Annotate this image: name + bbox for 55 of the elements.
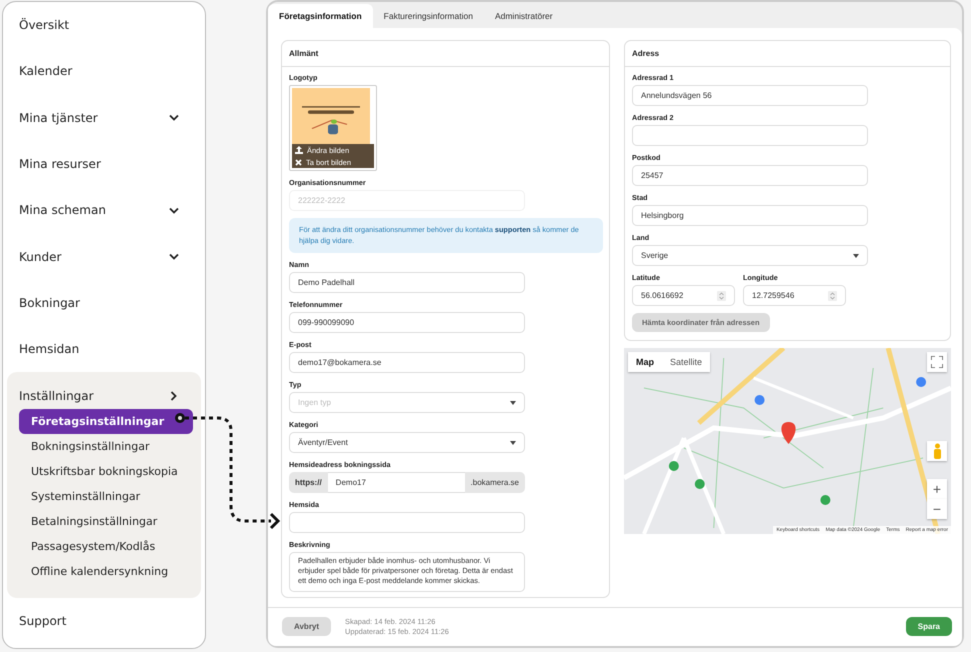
close-icon <box>295 158 302 166</box>
tab[interactable]: Faktureringsinformation <box>372 4 484 28</box>
text-field[interactable]: Helsingborg <box>632 205 868 226</box>
text-field[interactable]: Demo17 <box>328 472 465 494</box>
text-field[interactable]: Annelundsvägen 56 <box>632 85 868 106</box>
cancel-button[interactable]: Avbryt <box>282 617 332 636</box>
fullscreen-button[interactable] <box>927 352 947 372</box>
text-field[interactable]: 099-990099090 <box>289 312 525 334</box>
select-field[interactable]: Sverige <box>632 245 868 266</box>
url-suffix: .bokamera.se <box>464 472 525 494</box>
submenu-item[interactable]: Utskriftsbar bokningskopia <box>19 458 193 484</box>
caret-icon <box>853 254 859 258</box>
sidebar-item[interactable]: Mina tjänster <box>19 110 98 125</box>
text-field[interactable] <box>289 512 525 534</box>
tab[interactable]: Företagsinformation <box>268 4 373 28</box>
sidebar-item[interactable]: Support <box>19 614 66 628</box>
sidebar-item[interactable]: Mina scheman <box>19 203 106 218</box>
sidebar-item[interactable]: Kalender <box>19 64 72 78</box>
caret-icon <box>510 440 516 445</box>
card-title: Allmänt <box>282 41 609 67</box>
sidebar-item[interactable]: Översikt <box>19 18 70 32</box>
sidebar-item[interactable]: Mina resurser <box>19 157 101 172</box>
text-field[interactable] <box>632 125 868 146</box>
number-field[interactable]: 12.7259546 <box>743 285 846 306</box>
sidebar-item[interactable]: Hemsidan <box>19 342 80 356</box>
zoom-in-button[interactable]: + <box>927 479 947 499</box>
submenu-item[interactable]: Bokningsinställningar <box>19 434 193 459</box>
street-view-button[interactable] <box>927 441 947 461</box>
submenu-item[interactable]: Företagsinställningar <box>19 408 193 434</box>
zoom-out-button[interactable]: − <box>927 499 947 519</box>
url-prefix: https:// <box>289 472 328 494</box>
card-title: Adress <box>625 41 950 67</box>
spinner-icon <box>828 290 837 300</box>
tab[interactable]: Administratörer <box>484 4 564 28</box>
map-type-button[interactable]: Map <box>628 352 662 372</box>
caret-icon <box>510 400 516 405</box>
select-field[interactable]: Äventyr/Event <box>289 432 525 454</box>
submenu-item[interactable]: Offline kalendersynkning <box>19 558 193 584</box>
fullscreen-icon <box>931 356 943 368</box>
sidebar-item[interactable]: Bokningar <box>19 296 80 310</box>
sidebar-item[interactable]: Inställningar <box>19 388 94 403</box>
map-type-button[interactable]: Satellite <box>662 352 710 372</box>
text-field[interactable]: Demo Padelhall <box>289 272 525 294</box>
submenu-item[interactable]: Systeminställningar <box>19 484 193 509</box>
sidebar-item[interactable]: Kunder <box>19 250 62 264</box>
submenu-item[interactable]: Passagesystem/Kodlås <box>19 534 193 559</box>
spinner-icon <box>717 290 726 300</box>
upload-icon <box>295 146 303 154</box>
text-field[interactable]: 25457 <box>632 165 868 186</box>
number-field[interactable]: 56.0616692 <box>632 285 735 306</box>
chevron-right-icon <box>170 390 177 401</box>
text-field[interactable]: demo17@bokamera.se <box>289 352 525 374</box>
save-button[interactable]: Spara <box>906 617 952 636</box>
person-icon <box>932 443 942 459</box>
submenu-item[interactable]: Betalningsinställningar <box>19 508 193 534</box>
